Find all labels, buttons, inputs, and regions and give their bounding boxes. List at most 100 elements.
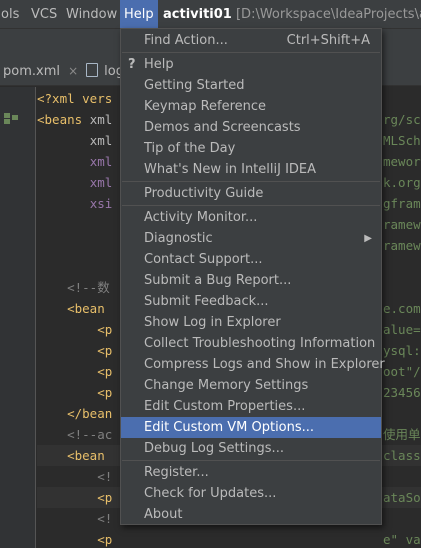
- code-token: <beans: [37, 112, 90, 127]
- menu-item-show-log-in-explorer[interactable]: Show Log in Explorer: [121, 312, 381, 333]
- menu-item-label: Register...: [144, 465, 209, 480]
- menu-bar: ols VCS Window Help activiti01 [D:\Works…: [0, 0, 421, 29]
- menu-item-change-memory-settings[interactable]: Change Memory Settings: [121, 375, 381, 396]
- code-tail: oot"/>: [383, 364, 421, 379]
- tab-log[interactable]: log: [86, 57, 124, 86]
- menu-tools[interactable]: ols: [1, 0, 19, 29]
- menu-item-demos-and-screencasts[interactable]: Demos and Screencasts: [121, 117, 381, 138]
- menu-item-activity-monitor[interactable]: Activity Monitor...: [121, 207, 381, 228]
- code-token: <bean: [67, 301, 113, 316]
- menu-item-what-s-new-in-intellij-idea[interactable]: What's New in IntelliJ IDEA: [121, 159, 381, 180]
- menu-item-submit-a-bug-report[interactable]: Submit a Bug Report...: [121, 270, 381, 291]
- code-tail: k.org/: [383, 175, 421, 190]
- project-path: [D:\Workspace\IdeaProjects\activ: [235, 7, 421, 22]
- menu-separator: [122, 460, 380, 461]
- code-token: <p: [97, 322, 113, 337]
- menu-item-label: Submit Feedback...: [144, 294, 269, 309]
- code-tail: e.comm: [383, 301, 421, 316]
- code-token: <!--数: [67, 280, 110, 295]
- code-token: <p: [97, 385, 113, 400]
- code-token: <?xml vers: [37, 91, 113, 106]
- code-token: xml: [89, 154, 113, 169]
- bean-gutter-icon[interactable]: [4, 113, 20, 124]
- close-icon[interactable]: ×: [68, 64, 78, 78]
- menu-item-shortcut: Ctrl+Shift+A: [286, 33, 370, 48]
- menu-item-label: Getting Started: [144, 78, 245, 93]
- menu-item-label: Contact Support...: [144, 252, 263, 267]
- tab-pom-xml[interactable]: pom.xml ×: [3, 57, 78, 86]
- menu-item-label: Keymap Reference: [144, 99, 267, 114]
- menu-item-label: Change Memory Settings: [144, 378, 309, 393]
- menu-item-label: Submit a Bug Report...: [144, 273, 292, 288]
- menu-item-label: Collect Troubleshooting Information: [144, 336, 376, 351]
- menu-item-getting-started[interactable]: Getting Started: [121, 75, 381, 96]
- menu-item-label: Debug Log Settings...: [144, 441, 284, 456]
- menu-item-label: Diagnostic: [144, 231, 213, 246]
- menu-item-label: Productivity Guide: [144, 186, 264, 201]
- menu-item-label: Activity Monitor...: [144, 210, 258, 225]
- code-tail: 23456": [383, 385, 421, 400]
- menu-vcs[interactable]: VCS: [31, 0, 57, 29]
- menu-item-label: What's New in IntelliJ IDEA: [144, 162, 317, 177]
- menu-item-keymap-reference[interactable]: Keymap Reference: [121, 96, 381, 117]
- menu-item-register[interactable]: Register...: [121, 462, 381, 483]
- file-icon: [86, 63, 98, 77]
- menu-separator: [122, 52, 380, 53]
- code-token: <!: [97, 511, 113, 526]
- editor-gutter: [0, 87, 36, 548]
- menu-item-label: About: [144, 507, 183, 522]
- code-tail: gfram: [383, 196, 421, 211]
- code-tail: class=: [383, 448, 421, 463]
- code-token: xsi: [89, 196, 113, 211]
- code-token: <p: [97, 364, 113, 379]
- menu-item-diagnostic[interactable]: Diagnostic ▶: [121, 228, 381, 249]
- menu-item-label: Edit Custom VM Options...: [144, 420, 315, 435]
- code-token: xml: [89, 112, 113, 127]
- menu-window[interactable]: Window: [66, 0, 117, 29]
- menu-help[interactable]: Help: [120, 0, 158, 29]
- code-tail: 使用单: [383, 427, 421, 442]
- menu-item-about[interactable]: About: [121, 504, 381, 525]
- menu-item-label: Demos and Screencasts: [144, 120, 301, 135]
- menu-item-edit-custom-properties[interactable]: Edit Custom Properties...: [121, 396, 381, 417]
- code-token: xml: [89, 133, 113, 148]
- code-tail: ramewo: [383, 238, 421, 253]
- menu-item-label: Tip of the Day: [144, 141, 236, 156]
- menu-item-check-for-updates[interactable]: Check for Updates...: [121, 483, 381, 504]
- code-tail: e" va: [383, 532, 421, 547]
- menu-item-label: Find Action...: [144, 33, 228, 48]
- project-name: activiti01: [163, 7, 232, 22]
- menu-item-contact-support[interactable]: Contact Support...: [121, 249, 381, 270]
- code-token: xml: [89, 175, 113, 190]
- question-icon: ?: [128, 57, 136, 72]
- code-tail: MLSche: [383, 133, 421, 148]
- help-menu: Find Action... Ctrl+Shift+A ? Help Getting S…: [120, 28, 385, 525]
- menu-item-compress-logs-and-show-in-explorer[interactable]: Compress Logs and Show in Explorer: [121, 354, 385, 375]
- menu-item-edit-custom-vm-options[interactable]: Edit Custom VM Options...: [121, 417, 381, 438]
- menu-item-productivity-guide[interactable]: Productivity Guide: [121, 183, 381, 204]
- tab-pom-xml-label: pom.xml: [3, 64, 60, 79]
- window-title: activiti01 [D:\Workspace\IdeaProjects\ac…: [163, 0, 421, 29]
- menu-item-find-action[interactable]: Find Action... Ctrl+Shift+A: [121, 30, 381, 51]
- menu-item-debug-log-settings[interactable]: Debug Log Settings...: [121, 438, 381, 459]
- menu-separator: [122, 181, 380, 182]
- menu-item-label: Show Log in Explorer: [144, 315, 281, 330]
- menu-item-collect-troubleshooting-information[interactable]: Collect Troubleshooting Information: [121, 333, 381, 354]
- code-token: <p: [97, 490, 113, 505]
- code-tail: rg/sch: [383, 112, 421, 127]
- code-token: <!: [97, 469, 113, 484]
- menu-item-tip-of-the-day[interactable]: Tip of the Day: [121, 138, 381, 159]
- code-token: <p: [97, 532, 113, 547]
- menu-item-label: Check for Updates...: [144, 486, 277, 501]
- code-token: </bean: [67, 406, 113, 421]
- code-tail: ysql:/: [383, 343, 421, 358]
- code-token: <bean: [67, 448, 113, 463]
- submenu-arrow-icon: ▶: [364, 233, 372, 244]
- code-token: <!--ac: [67, 427, 113, 442]
- code-line: <p e" va: [37, 529, 421, 548]
- code-token: <p: [97, 343, 113, 358]
- menu-item-label: Compress Logs and Show in Explorer: [144, 357, 385, 372]
- menu-item-submit-feedback[interactable]: Submit Feedback...: [121, 291, 381, 312]
- menu-item-help[interactable]: ? Help: [121, 54, 381, 75]
- code-tail: alue=": [383, 322, 421, 337]
